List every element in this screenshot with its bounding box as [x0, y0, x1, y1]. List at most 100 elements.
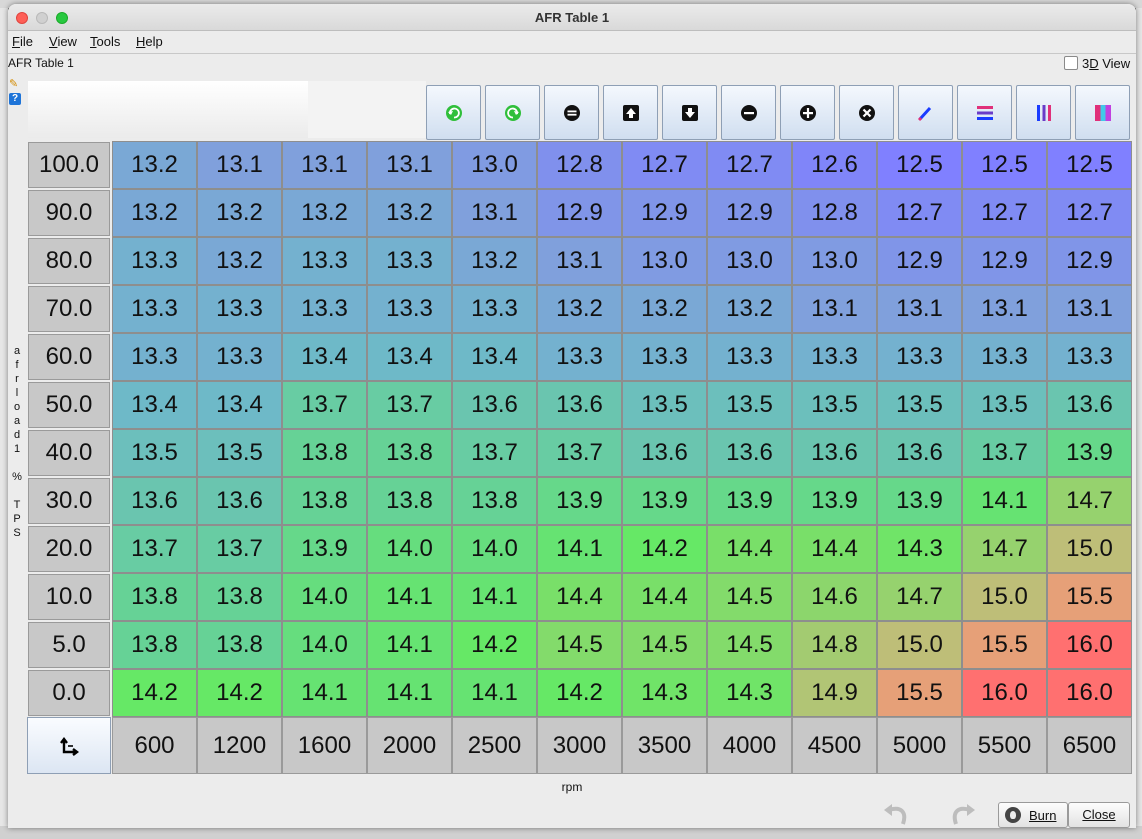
table-cell[interactable]: 13.2: [112, 189, 197, 237]
table-cell[interactable]: 13.9: [792, 477, 877, 525]
y-axis-cell[interactable]: 100.0: [28, 142, 110, 188]
table-cell[interactable]: 12.7: [1047, 189, 1132, 237]
table-cell[interactable]: 13.9: [282, 525, 367, 573]
table-cell[interactable]: 14.2: [197, 669, 282, 717]
table-cell[interactable]: 13.1: [367, 141, 452, 189]
table-cell[interactable]: 12.7: [622, 141, 707, 189]
horizontal-interpolate-button[interactable]: [957, 85, 1012, 140]
checkbox-icon[interactable]: [1064, 56, 1078, 70]
table-cell[interactable]: 13.7: [962, 429, 1047, 477]
table-cell[interactable]: 14.9: [792, 669, 877, 717]
y-axis-cell[interactable]: 70.0: [28, 286, 110, 332]
table-cell[interactable]: 13.6: [622, 429, 707, 477]
table-cell[interactable]: 13.1: [962, 285, 1047, 333]
y-axis-cell[interactable]: 20.0: [28, 526, 110, 572]
table-cell[interactable]: 15.5: [877, 669, 962, 717]
table-cell[interactable]: 13.1: [452, 189, 537, 237]
y-axis-cell[interactable]: 80.0: [28, 238, 110, 284]
table-cell[interactable]: 13.9: [537, 477, 622, 525]
table-cell[interactable]: 12.9: [877, 237, 962, 285]
table-cell[interactable]: 13.1: [792, 285, 877, 333]
table-cell[interactable]: 12.5: [1047, 141, 1132, 189]
table-cell[interactable]: 14.5: [537, 621, 622, 669]
table-cell[interactable]: 13.7: [112, 525, 197, 573]
y-axis-cell[interactable]: 60.0: [28, 334, 110, 380]
table-cell[interactable]: 14.2: [622, 525, 707, 573]
x-axis-cell[interactable]: 5000: [877, 717, 962, 774]
menu-view[interactable]: View: [49, 34, 77, 49]
table-cell[interactable]: 13.2: [197, 189, 282, 237]
equals-button[interactable]: [544, 85, 599, 140]
table-cell[interactable]: 13.1: [1047, 285, 1132, 333]
axis-swap-button[interactable]: [27, 717, 111, 774]
x-axis-cell[interactable]: 3000: [537, 717, 622, 774]
table-cell[interactable]: 14.2: [112, 669, 197, 717]
table-cell[interactable]: 13.3: [877, 333, 962, 381]
table-cell[interactable]: 16.0: [1047, 669, 1132, 717]
table-cell[interactable]: 12.7: [707, 141, 792, 189]
table-cell[interactable]: 13.4: [452, 333, 537, 381]
table-cell[interactable]: 13.8: [367, 429, 452, 477]
table-cell[interactable]: 14.0: [282, 621, 367, 669]
plus-button[interactable]: [780, 85, 835, 140]
menu-tools[interactable]: Tools: [90, 34, 120, 49]
y-axis-cell[interactable]: 30.0: [28, 478, 110, 524]
pencil-button[interactable]: [898, 85, 953, 140]
table-cell[interactable]: 13.6: [877, 429, 962, 477]
table-cell[interactable]: 13.8: [112, 621, 197, 669]
table-cell[interactable]: 13.7: [537, 429, 622, 477]
table-cell[interactable]: 13.3: [1047, 333, 1132, 381]
y-axis-cell[interactable]: 5.0: [28, 622, 110, 668]
table-cell[interactable]: 12.9: [622, 189, 707, 237]
table-cell[interactable]: 13.0: [707, 237, 792, 285]
table-cell[interactable]: 13.2: [197, 237, 282, 285]
table-cell[interactable]: 13.4: [282, 333, 367, 381]
table-cell[interactable]: 13.6: [792, 429, 877, 477]
table-cell[interactable]: 13.9: [877, 477, 962, 525]
table-cell[interactable]: 13.0: [622, 237, 707, 285]
table-cell[interactable]: 13.3: [962, 333, 1047, 381]
x-axis-cell[interactable]: 4500: [792, 717, 877, 774]
table-cell[interactable]: 13.5: [197, 429, 282, 477]
x-axis-cell[interactable]: 1600: [282, 717, 367, 774]
table-cell[interactable]: 13.3: [367, 285, 452, 333]
table-cell[interactable]: 13.1: [197, 141, 282, 189]
table-cell[interactable]: 13.8: [197, 621, 282, 669]
x-axis-cell[interactable]: 600: [112, 717, 197, 774]
table-cell[interactable]: 12.9: [707, 189, 792, 237]
table-cell[interactable]: 13.7: [282, 381, 367, 429]
table-cell[interactable]: 13.6: [537, 381, 622, 429]
table-cell[interactable]: 12.7: [877, 189, 962, 237]
table-cell[interactable]: 14.3: [707, 669, 792, 717]
table-cell[interactable]: 13.2: [622, 285, 707, 333]
redo-icon[interactable]: [948, 800, 978, 828]
view-3d-checkbox[interactable]: 3D View: [1064, 56, 1130, 71]
edit-note-icon[interactable]: ✎: [9, 78, 21, 90]
table-cell[interactable]: 12.9: [962, 237, 1047, 285]
table-cell[interactable]: 13.3: [707, 333, 792, 381]
table-cell[interactable]: 13.2: [452, 237, 537, 285]
decrease-green-button[interactable]: [485, 85, 540, 140]
table-cell[interactable]: 14.7: [877, 573, 962, 621]
x-axis-cell[interactable]: 2000: [367, 717, 452, 774]
table-cell[interactable]: 14.7: [1047, 477, 1132, 525]
table-cell[interactable]: 14.4: [537, 573, 622, 621]
table-cell[interactable]: 13.3: [112, 333, 197, 381]
table-cell[interactable]: 13.3: [282, 237, 367, 285]
y-axis-cell[interactable]: 0.0: [28, 670, 110, 716]
table-cell[interactable]: 12.9: [537, 189, 622, 237]
table-cell[interactable]: 14.1: [452, 573, 537, 621]
table-cell[interactable]: 14.0: [367, 525, 452, 573]
undo-icon[interactable]: [881, 800, 911, 828]
table-cell[interactable]: 13.0: [792, 237, 877, 285]
table-cell[interactable]: 14.2: [537, 669, 622, 717]
table-cell[interactable]: 13.6: [452, 381, 537, 429]
table-cell[interactable]: 14.1: [282, 669, 367, 717]
table-cell[interactable]: 14.0: [452, 525, 537, 573]
multiply-button[interactable]: [839, 85, 894, 140]
table-cell[interactable]: 13.8: [282, 477, 367, 525]
arrow-up-button[interactable]: [603, 85, 658, 140]
table-cell[interactable]: 13.9: [707, 477, 792, 525]
table-cell[interactable]: 14.1: [962, 477, 1047, 525]
table-cell[interactable]: 13.9: [622, 477, 707, 525]
